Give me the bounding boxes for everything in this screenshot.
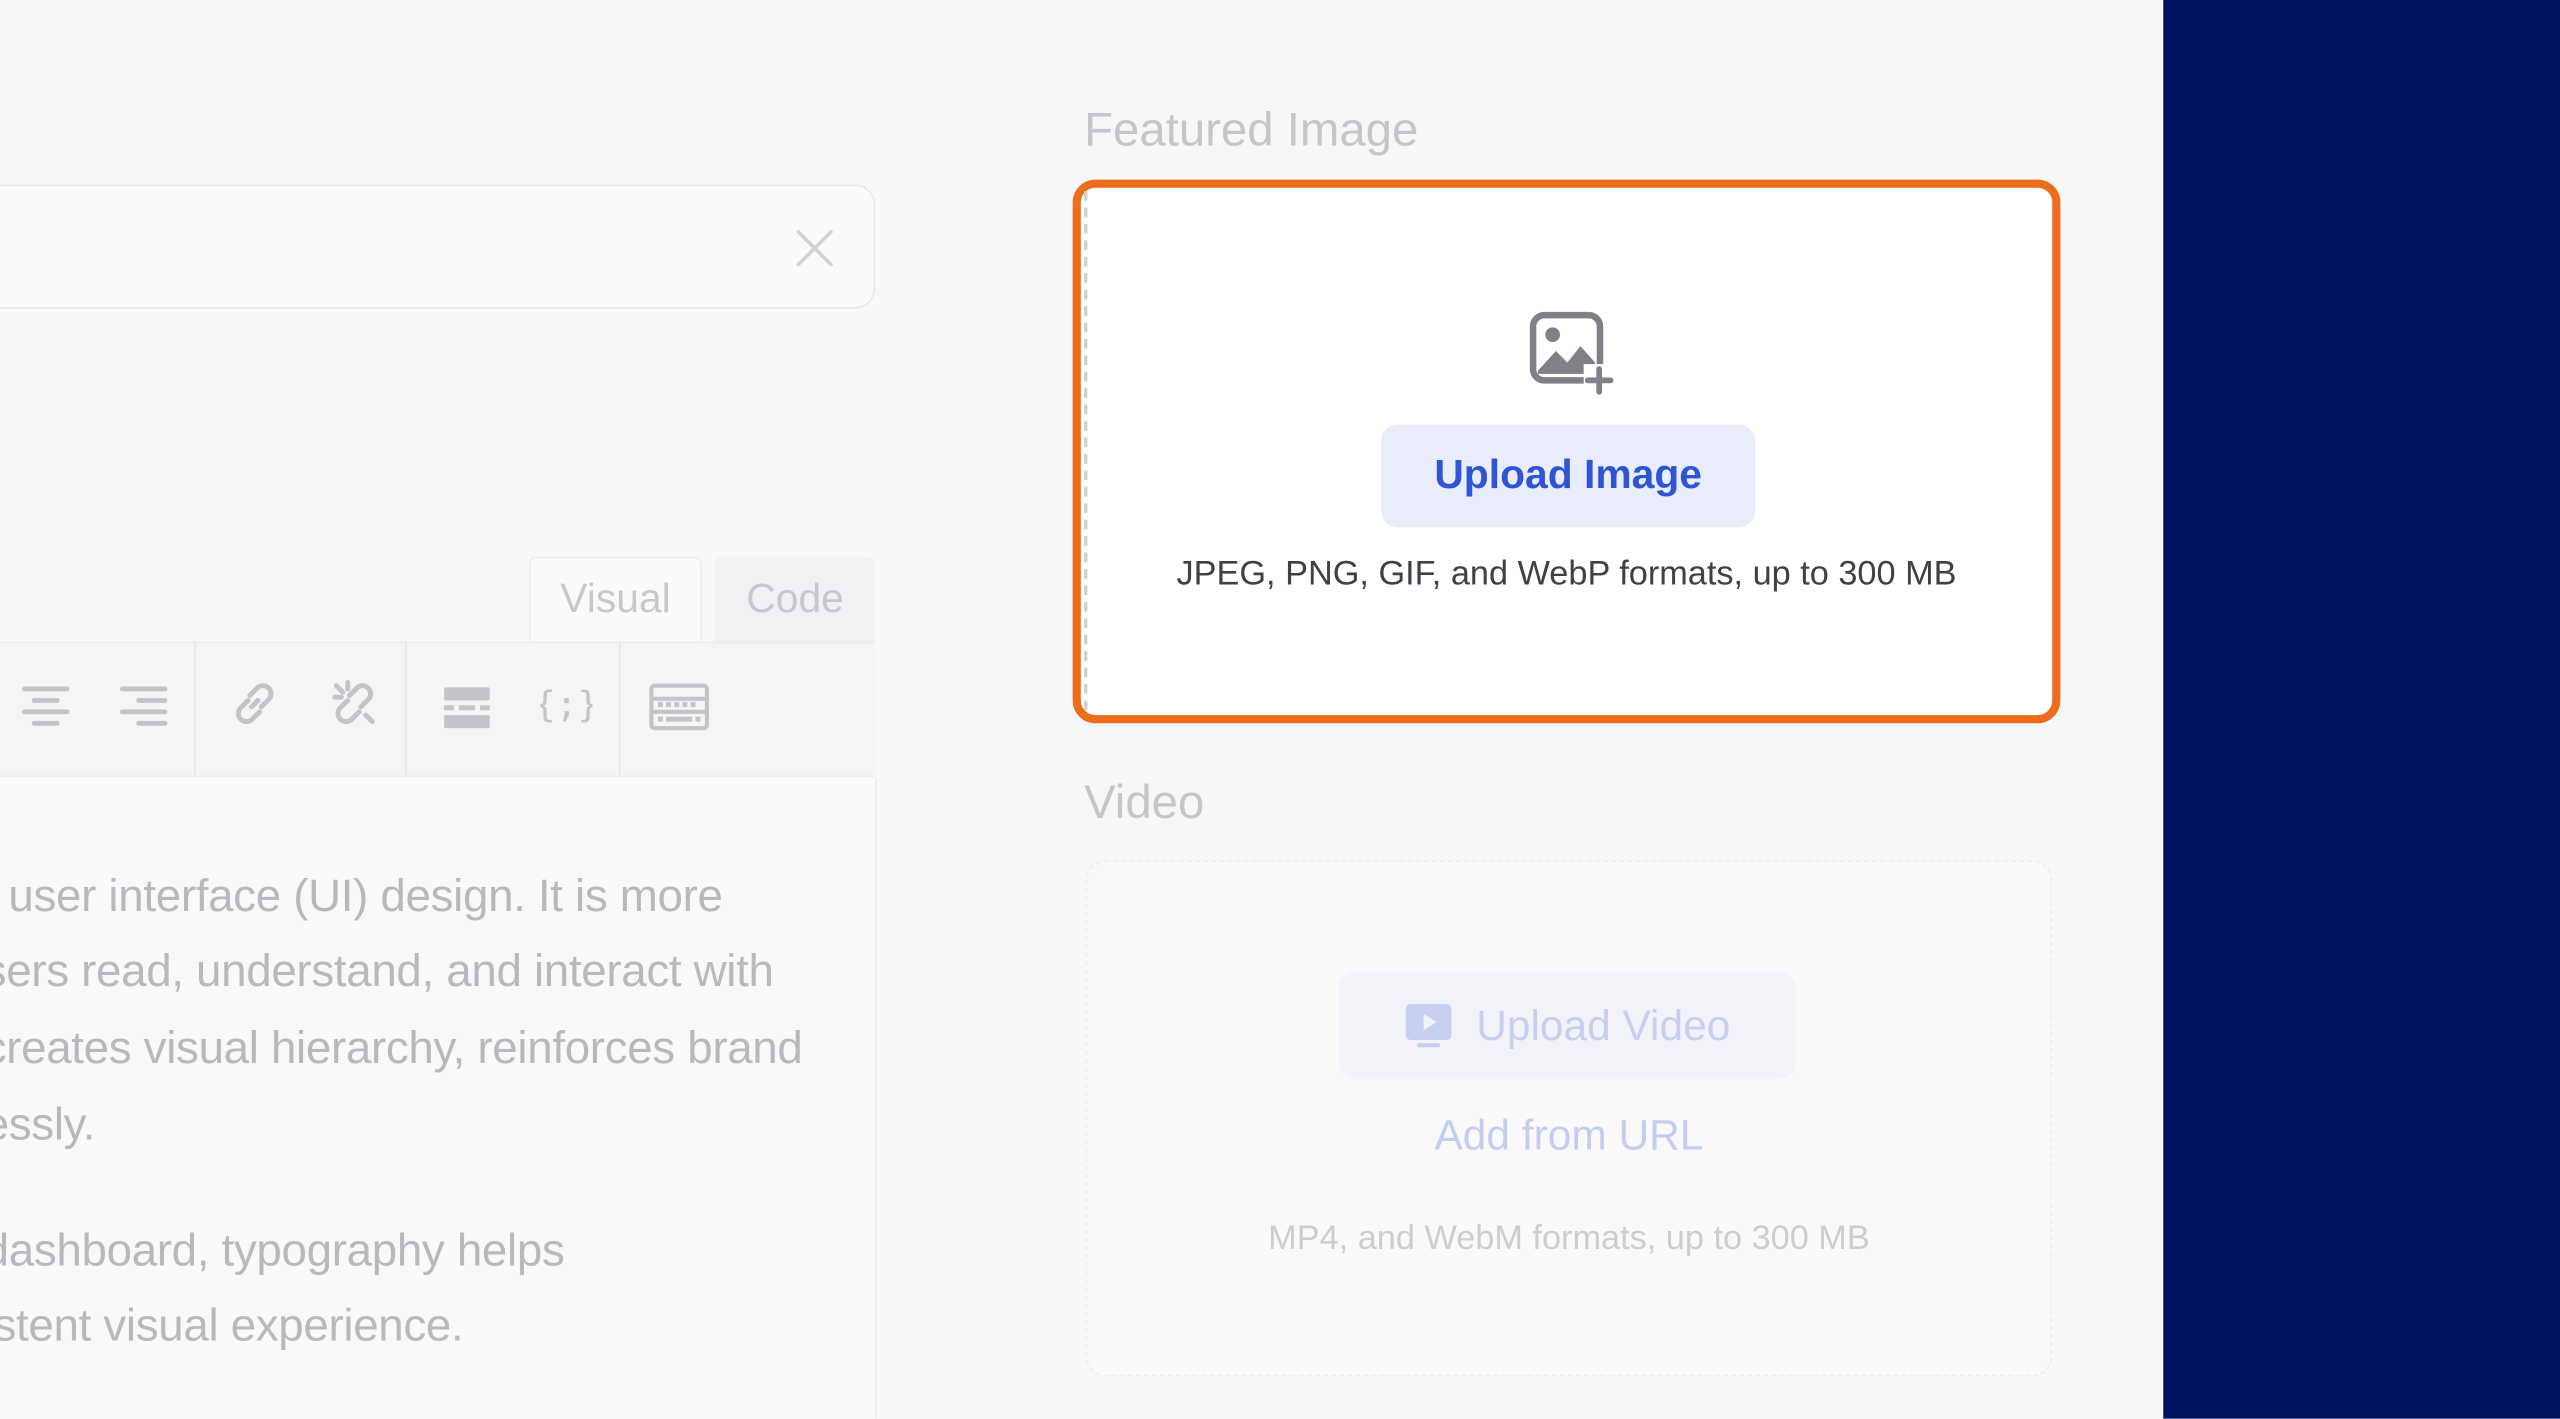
tab-code[interactable]: Code (715, 556, 876, 642)
dropzone-border (1084, 191, 1088, 711)
upload-image-button[interactable]: Upload Image (1381, 424, 1756, 528)
unlink-icon[interactable] (328, 678, 380, 730)
app-stage: Visual Code {;} (0, 0, 2560, 1419)
video-label: Video (1084, 777, 1205, 830)
tab-visual[interactable]: Visual (528, 556, 703, 642)
video-formats-hint: MP4, and WebM formats, up to 300 MB (1268, 1219, 1870, 1258)
image-formats-hint: JPEG, PNG, GIF, and WebP formats, up to … (1176, 555, 1957, 593)
title-input[interactable] (0, 184, 876, 309)
image-add-icon (1529, 311, 1615, 396)
content-line: istent visual experience. (0, 1299, 464, 1351)
upload-video-button[interactable]: Upload Video (1338, 971, 1796, 1080)
content-line: creates visual hierarchy, reinforces bra… (0, 1022, 803, 1073)
content-line: sers read, understand, and interact with (0, 945, 774, 996)
upload-video-label: Upload Video (1476, 999, 1731, 1049)
align-center-icon[interactable] (20, 681, 72, 733)
content-line: essly. (0, 1098, 96, 1150)
keyboard-icon[interactable] (648, 681, 710, 733)
toolbar-divider (618, 641, 621, 778)
close-icon[interactable] (793, 227, 835, 269)
featured-image-label: Featured Image (1084, 104, 1419, 157)
top-bar (0, 0, 2164, 32)
svg-text:{;}: {;} (540, 685, 592, 726)
toolbar-divider (194, 641, 196, 778)
code-block-icon[interactable]: {;} (540, 678, 592, 730)
video-play-icon (1405, 1004, 1452, 1048)
align-right-icon[interactable] (118, 681, 170, 733)
editor-content[interactable]: f user interface (UI) design. It is more… (0, 777, 877, 1419)
content-line: dashboard, typography helps (0, 1224, 565, 1276)
toolbar-divider (404, 641, 407, 778)
side-panel (2163, 0, 2560, 1419)
link-icon[interactable] (229, 678, 281, 730)
content-line: f user interface (UI) design. It is more (0, 870, 723, 921)
horizontal-rule-icon[interactable] (441, 681, 493, 733)
add-from-url-link[interactable]: Add from URL (1086, 1110, 2053, 1161)
